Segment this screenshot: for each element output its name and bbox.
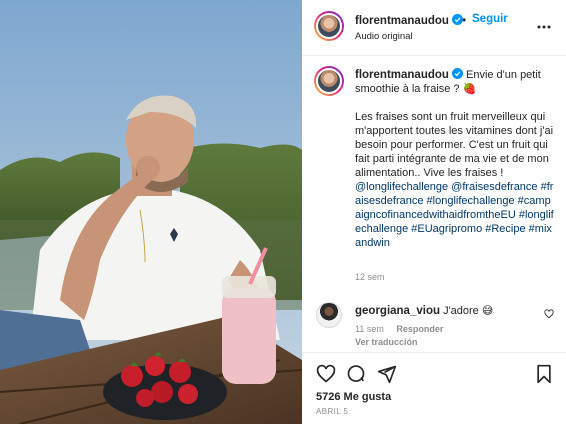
commenter-avatar[interactable] <box>316 302 342 328</box>
post-image[interactable] <box>0 0 302 424</box>
post-side-panel: florentmanaudou • Seguir Audio original … <box>302 0 566 424</box>
header-separator: • <box>462 13 467 27</box>
caption-hashtags[interactable]: @longlifechallenge @fraisesdefrance #fra… <box>355 180 555 250</box>
comment-body: J'adore 😅 <box>443 305 494 317</box>
author-username[interactable]: florentmanaudou <box>355 14 463 27</box>
heart-icon[interactable] <box>316 364 336 384</box>
comment-row: georgiana_viou J'adore 😅 11 sem Responde… <box>302 296 566 352</box>
audio-label[interactable]: Audio original <box>355 31 413 42</box>
more-options-icon[interactable] <box>536 19 552 35</box>
follow-button[interactable]: Seguir <box>472 13 508 25</box>
comment-meta: 11 sem Responder <box>355 324 453 334</box>
caption-text: florentmanaudou Envie d'un petit smoothi… <box>355 68 555 250</box>
caption-username[interactable]: florentmanaudou <box>355 68 463 81</box>
comment-icon[interactable] <box>346 364 366 384</box>
comment-time[interactable]: 11 sem <box>355 324 384 334</box>
commenter-username[interactable]: georgiana_viou <box>355 305 440 317</box>
header-username-text[interactable]: florentmanaudou <box>355 15 449 27</box>
reply-button[interactable]: Responder <box>396 324 443 334</box>
comment-like-heart-icon[interactable] <box>544 309 554 319</box>
post-date[interactable]: ABRIL 5 <box>316 407 348 416</box>
see-translation-link[interactable]: Ver traducción <box>355 337 418 347</box>
caption-author-avatar[interactable] <box>314 66 344 96</box>
caption-body: Les fraises sont un fruit merveilleux qu… <box>355 111 554 179</box>
comment-text: georgiana_viou J'adore 😅 <box>355 304 493 317</box>
likes-count[interactable]: 5726 Me gusta <box>316 391 391 403</box>
verified-badge-icon <box>451 68 463 79</box>
caption-time[interactable]: 12 sem <box>355 272 385 282</box>
share-icon[interactable] <box>377 364 397 384</box>
post-photo <box>0 0 302 424</box>
author-avatar[interactable] <box>314 11 344 41</box>
post-actions: 5726 Me gusta ABRIL 5 <box>302 352 566 424</box>
bookmark-icon[interactable] <box>534 364 554 384</box>
caption-username-text[interactable]: florentmanaudou <box>355 69 449 81</box>
post-header: florentmanaudou • Seguir Audio original <box>302 0 566 56</box>
